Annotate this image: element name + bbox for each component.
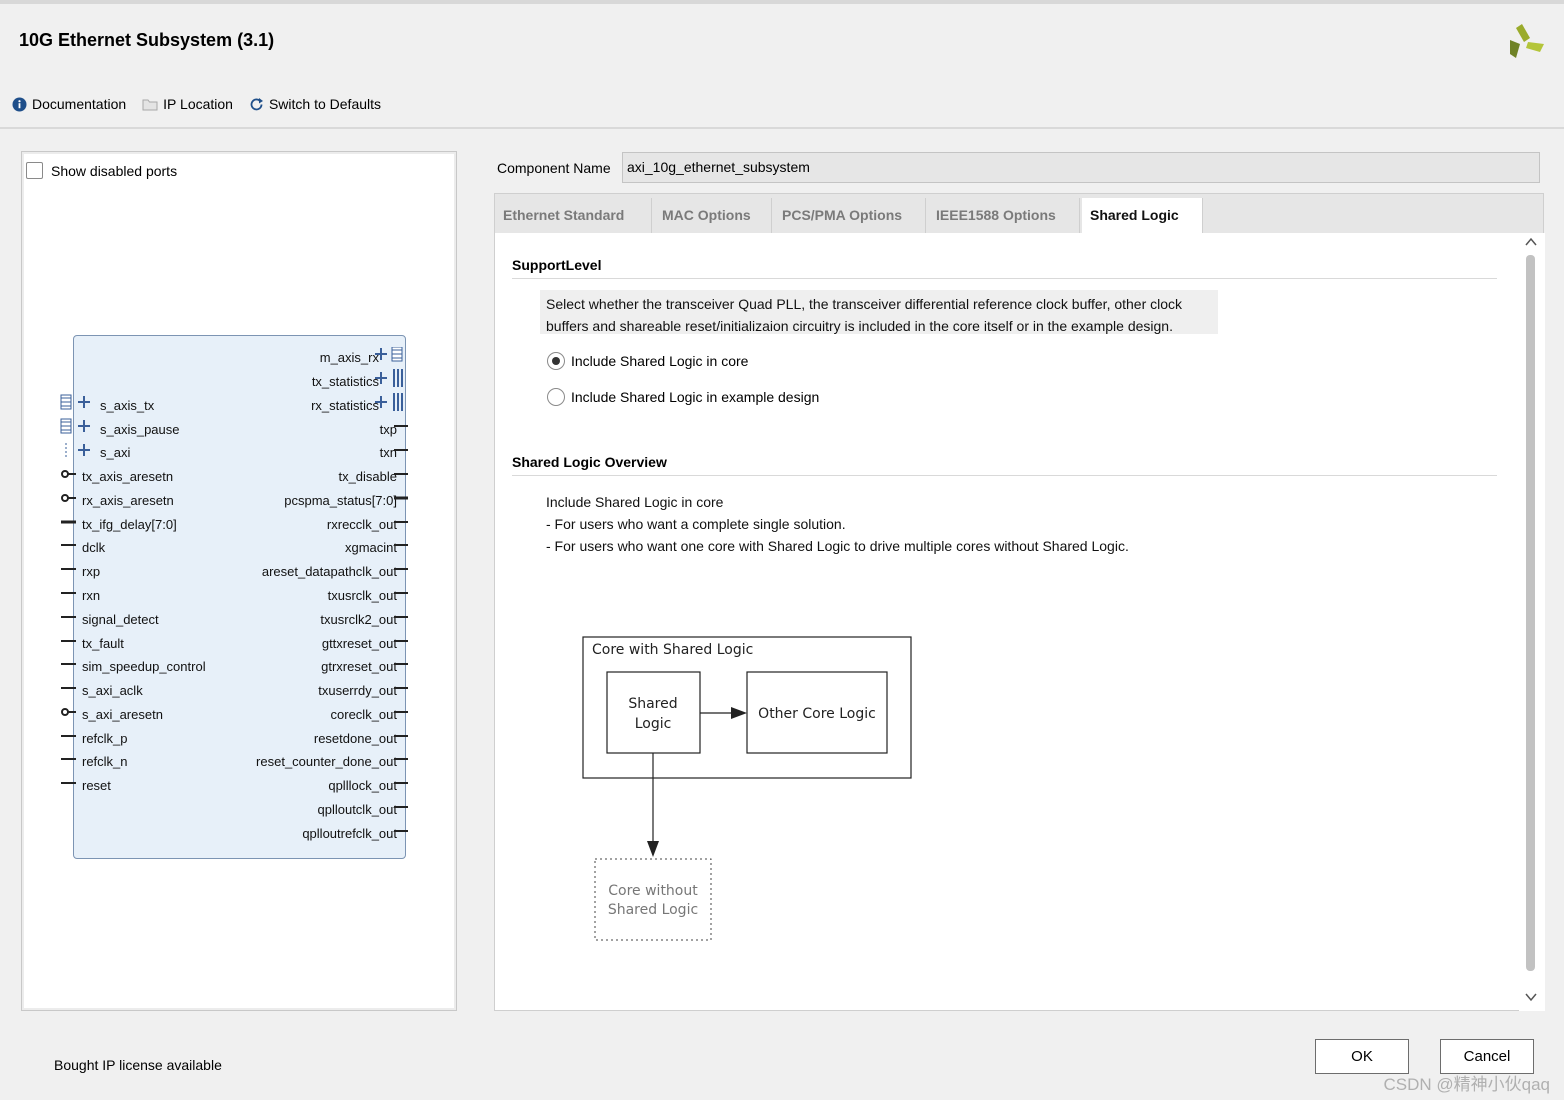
radio-shared-logic-example[interactable]: Include Shared Logic in example design [547, 388, 819, 406]
toolbar-separator [0, 127, 1564, 129]
core-without-line-2: Shared Logic [608, 902, 698, 918]
section-divider [512, 475, 1497, 476]
support-level-heading: SupportLevel [512, 257, 602, 273]
ip-location-button[interactable]: IP Location [142, 96, 233, 112]
tab-mac-options[interactable]: MAC Options [654, 198, 772, 234]
scroll-up-icon[interactable] [1525, 237, 1537, 247]
vertical-scrollbar[interactable] [1519, 233, 1545, 1011]
cancel-button[interactable]: Cancel [1440, 1039, 1534, 1074]
overview-line-2: - For users who want a complete single s… [546, 516, 846, 532]
core-with-shared-logic-label: Core with Shared Logic [592, 642, 753, 658]
scroll-down-icon[interactable] [1525, 992, 1537, 1002]
tab-ieee1588-options[interactable]: IEEE1588 Options [928, 198, 1080, 234]
shared-logic-line-1: Shared [628, 696, 677, 712]
radio-example-label: Include Shared Logic in example design [571, 389, 820, 405]
checkbox-box[interactable] [26, 162, 43, 179]
window-title: 10G Ethernet Subsystem (3.1) [19, 30, 275, 50]
bus-pin-tx-statistics [375, 369, 403, 387]
component-name-input[interactable]: axi_10g_ethernet_subsystem [622, 152, 1540, 183]
radio-button-selected[interactable] [547, 352, 565, 370]
tab-pcs-pma-options[interactable]: PCS/PMA Options [774, 198, 926, 234]
show-disabled-ports-label: Show disabled ports [51, 162, 178, 179]
bus-pin-s-axis-pause [60, 418, 90, 434]
shared-logic-box [606, 671, 701, 754]
radio-shared-logic-core[interactable]: Include Shared Logic in core [547, 352, 748, 370]
description-line-1: Select whether the transceiver Quad PLL,… [546, 296, 1183, 312]
tab-content: SupportLevel Select whether the transcei… [494, 233, 1545, 1011]
symbol-panel: Show disabled ports s_axis_tx s_axis_pau… [21, 151, 457, 1011]
bus-pin-m-axis-rx [375, 347, 403, 362]
info-icon [12, 97, 27, 112]
switch-to-defaults-label: Switch to Defaults [268, 96, 382, 112]
description-line-2: buffers and shareable reset/initializaio… [546, 318, 1173, 334]
configuration-panel: Component Name axi_10g_ethernet_subsyste… [494, 151, 1545, 1011]
arrow-head-down [647, 841, 659, 857]
tab-bar: Ethernet Standard MAC Options PCS/PMA Op… [494, 193, 1544, 234]
top-border [0, 0, 1564, 4]
ip-location-label: IP Location [163, 96, 233, 112]
bus-pin-rx-statistics [375, 393, 403, 411]
documentation-button[interactable]: Documentation [12, 96, 126, 112]
other-core-logic-label: Other Core Logic [758, 706, 876, 722]
support-level-description: Select whether the transceiver Quad PLL,… [540, 290, 1218, 334]
show-disabled-ports-checkbox[interactable]: Show disabled ports [26, 162, 177, 179]
overview-line-3: - For users who want one core with Share… [546, 538, 1129, 554]
radio-button-unselected[interactable] [547, 388, 565, 406]
xilinx-logo-icon [1510, 24, 1544, 58]
shared-logic-line-2: Logic [635, 716, 672, 732]
component-name-label: Component Name [497, 160, 611, 176]
core-without-line-1: Core without [608, 883, 698, 899]
documentation-label: Documentation [32, 96, 127, 112]
watermark: CSDN @精神小伙qaq [1383, 1075, 1550, 1094]
bus-pin-s-axi [65, 443, 90, 457]
overview-heading: Shared Logic Overview [512, 454, 667, 470]
ok-button[interactable]: OK [1315, 1039, 1409, 1074]
radio-core-label: Include Shared Logic in core [571, 353, 749, 369]
switch-to-defaults-button[interactable]: Switch to Defaults [249, 96, 381, 112]
refresh-icon [249, 97, 264, 112]
shared-logic-diagram: Core with Shared Logic Shared Logic Othe… [582, 636, 912, 941]
toolbar: Documentation IP Location Switch to Defa… [12, 95, 397, 113]
port-pins [60, 347, 408, 832]
overview-text: Include Shared Logic in core - For users… [546, 491, 1129, 557]
license-status: Bought IP license available [54, 1057, 222, 1073]
folder-icon [142, 98, 158, 111]
tab-ethernet-standard[interactable]: Ethernet Standard [495, 198, 652, 234]
tab-shared-logic[interactable]: Shared Logic [1082, 198, 1203, 234]
overview-line-1: Include Shared Logic in core [546, 494, 724, 510]
section-divider [512, 278, 1497, 279]
scrollbar-thumb[interactable] [1526, 255, 1535, 971]
bus-pin-s-axis-tx [60, 394, 90, 410]
right-scalar-pins [394, 425, 408, 832]
left-scalar-pins [61, 470, 76, 784]
core-without-shared-logic-box [594, 858, 712, 941]
